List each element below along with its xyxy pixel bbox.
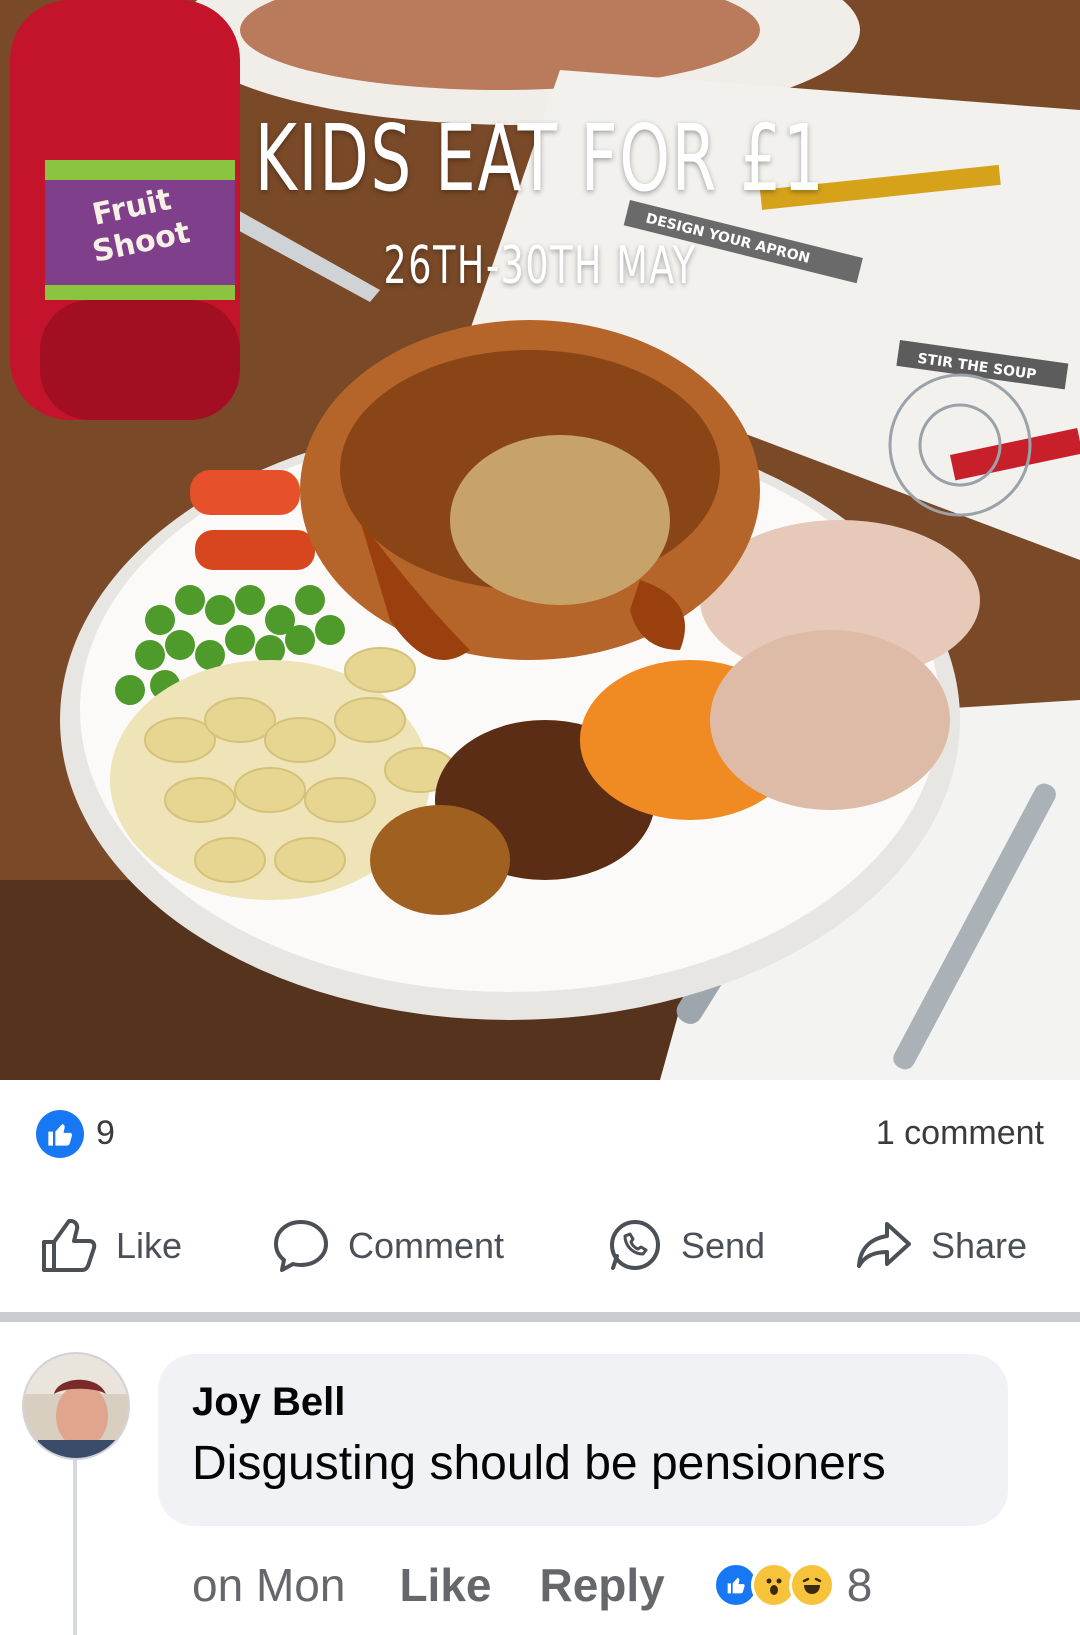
comment-meta: on Mon Like Reply 8	[192, 1552, 872, 1618]
like-button[interactable]: Like	[40, 1218, 182, 1274]
comment-button-label: Comment	[348, 1225, 505, 1266]
comment-reactions[interactable]	[712, 1562, 835, 1608]
reactions-summary: 9 1 comment	[0, 1084, 1080, 1184]
comment-icon	[274, 1220, 328, 1272]
share-button[interactable]: Share	[855, 1218, 1027, 1274]
post-action-bar: Like Comment Send Share	[0, 1200, 1080, 1290]
comment-thread-line	[73, 1460, 77, 1635]
like-reaction-icon[interactable]	[36, 1110, 84, 1158]
whatsapp-icon	[610, 1220, 660, 1270]
comment-count[interactable]: 1 comment	[876, 1114, 1044, 1153]
headline-overlay: KIDS EAT FOR £1	[254, 105, 826, 212]
comment-timestamp[interactable]: on Mon	[192, 1558, 345, 1612]
thumbs-up-icon	[42, 1219, 97, 1272]
comment-button[interactable]: Comment	[272, 1218, 504, 1274]
comment-author[interactable]: Joy Bell	[192, 1380, 345, 1425]
send-button[interactable]: Send	[605, 1218, 765, 1274]
commenter-avatar[interactable]	[22, 1352, 130, 1460]
comment-reply-button[interactable]: Reply	[539, 1558, 664, 1612]
haha-icon	[788, 1562, 835, 1608]
like-count[interactable]: 9	[96, 1114, 115, 1153]
like-button-label: Like	[116, 1225, 183, 1266]
comment-like-button[interactable]: Like	[399, 1558, 491, 1612]
share-button-label: Share	[931, 1225, 1028, 1266]
comment-reaction-count[interactable]: 8	[847, 1558, 873, 1612]
post-photo[interactable]: STIR THE SOUP DESIGN YOUR APRON Fruit Sh…	[0, 0, 1080, 1080]
section-divider	[0, 1312, 1080, 1322]
comment-text: Disgusting should be pensioners	[192, 1437, 886, 1490]
share-arrow-icon	[857, 1222, 911, 1268]
date-overlay: 26TH-30TH MAY	[383, 236, 697, 296]
comment-bubble[interactable]: Joy Bell Disgusting should be pensioners	[158, 1354, 1008, 1526]
send-button-label: Send	[681, 1225, 766, 1266]
